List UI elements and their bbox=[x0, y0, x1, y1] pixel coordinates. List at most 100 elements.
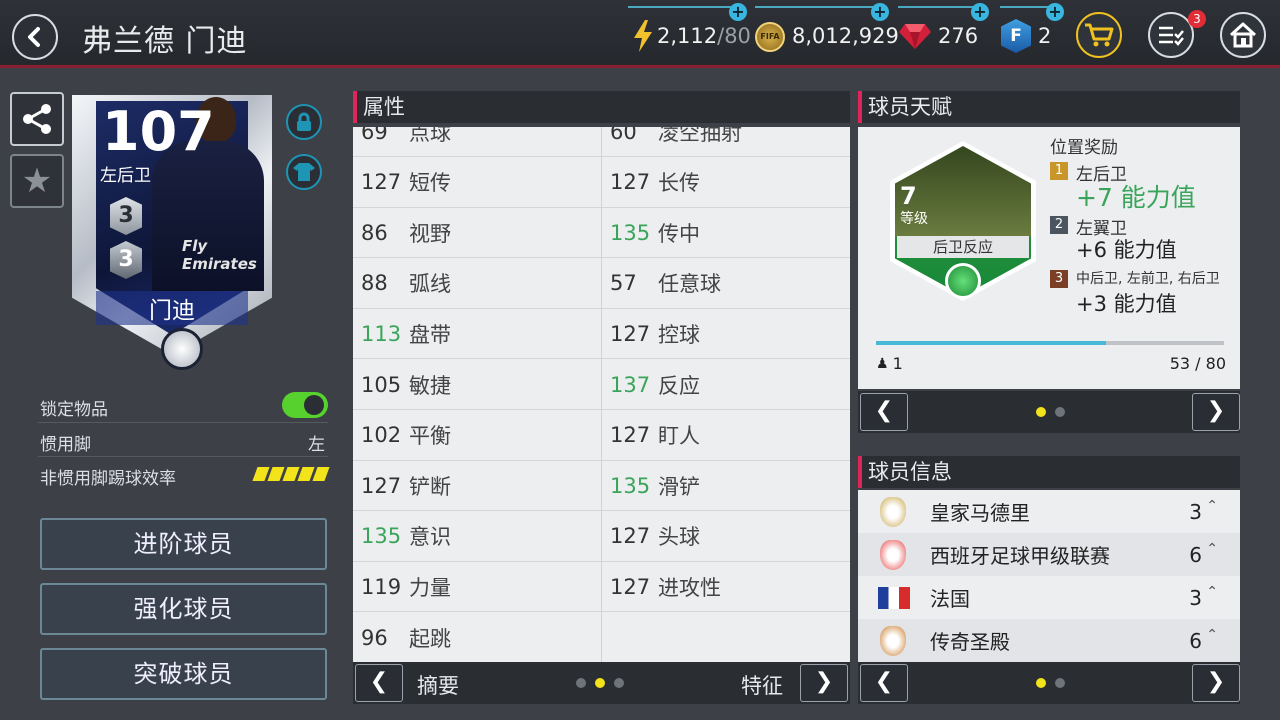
attribute-value: 119 bbox=[361, 574, 402, 599]
favorite-button[interactable]: ★ bbox=[10, 154, 64, 208]
chevron-up-icon: ⌃ bbox=[1206, 584, 1218, 600]
attribute-value: 69 bbox=[361, 127, 388, 144]
attribute-value: 105 bbox=[361, 372, 402, 397]
attribute-name: 滑铲 bbox=[658, 474, 700, 499]
page-title: 弗兰德 门迪 bbox=[82, 24, 248, 59]
bonus-amount: +7 能力值 bbox=[1076, 183, 1196, 212]
coins-value: 8,012,929 bbox=[792, 24, 899, 48]
notification-badge: 3 bbox=[1188, 10, 1206, 28]
player-info-page-dots bbox=[1036, 678, 1065, 688]
attribute-name: 平衡 bbox=[409, 424, 451, 449]
attribute-name: 起跳 bbox=[409, 626, 451, 651]
attribute-row: 135 滑铲 bbox=[602, 461, 850, 512]
talent-prev-button[interactable]: ❮ bbox=[860, 393, 908, 431]
attribute-value: 88 bbox=[361, 271, 388, 296]
gems-plus-button[interactable]: + bbox=[971, 3, 989, 21]
attributes-prev-button[interactable]: ❮ bbox=[355, 664, 403, 702]
attribute-name: 铲断 bbox=[409, 474, 451, 499]
player-info-header: 球员信息 bbox=[858, 456, 1240, 488]
player-info-row[interactable]: 法国 3 ⌃ bbox=[858, 576, 1240, 619]
back-button[interactable] bbox=[12, 14, 58, 60]
attribute-row: 57 任意球 bbox=[602, 259, 850, 309]
page-dot bbox=[1055, 407, 1065, 417]
player-info-row[interactable]: 皇家马德里 3 ⌃ bbox=[858, 490, 1240, 533]
program-ball-icon bbox=[161, 328, 203, 370]
kit-button[interactable] bbox=[286, 154, 322, 190]
attribute-row: 127 短传 bbox=[353, 158, 601, 208]
share-icon bbox=[23, 104, 51, 134]
attribute-name: 视野 bbox=[409, 221, 451, 246]
player-info-name: 西班牙足球甲级联赛 bbox=[930, 544, 1110, 568]
bonus-rank-badge: 2 bbox=[1050, 216, 1068, 234]
toggle-knob bbox=[304, 395, 324, 415]
store-button[interactable] bbox=[1076, 12, 1122, 58]
attribute-value: 57 bbox=[610, 271, 637, 296]
attribute-name: 进攻性 bbox=[658, 575, 721, 600]
attribute-value: 135 bbox=[361, 524, 402, 549]
attribute-row: 127 头球 bbox=[602, 512, 850, 562]
position-bonus-title: 位置奖励 bbox=[1050, 138, 1118, 158]
gems-value: 276 bbox=[938, 24, 979, 48]
attribute-name: 盘带 bbox=[409, 322, 451, 347]
page-dot-active bbox=[595, 678, 605, 688]
energy-value: 2,112/80 bbox=[657, 24, 751, 48]
player-card[interactable]: Fly Emirates 107 左后卫 3 3 门迪 bbox=[72, 95, 272, 370]
attributes-page-dots bbox=[576, 678, 624, 688]
share-button[interactable] bbox=[10, 92, 64, 146]
lock-toggle-button[interactable] bbox=[286, 104, 322, 140]
bonus-rank-badge: 3 bbox=[1050, 270, 1068, 288]
attributes-next-button[interactable]: ❯ bbox=[800, 664, 848, 702]
player-info-count: 6 bbox=[1189, 542, 1202, 567]
page-dot bbox=[576, 678, 586, 688]
attribute-row: 119 力量 bbox=[353, 562, 601, 613]
weak-foot-rating bbox=[252, 467, 330, 481]
talent-progress-track bbox=[876, 341, 1224, 345]
attribute-name: 头球 bbox=[658, 525, 700, 550]
player-info-prev-button[interactable]: ❮ bbox=[860, 664, 908, 702]
kit-sponsor-text: Fly Emirates bbox=[182, 237, 257, 273]
attribute-name: 控球 bbox=[658, 322, 700, 347]
advance-player-button[interactable]: 进阶球员 bbox=[40, 518, 327, 570]
attribute-row: 102 平衡 bbox=[353, 411, 601, 461]
enhance-player-button[interactable]: 强化球员 bbox=[40, 583, 327, 635]
breakthrough-player-button[interactable]: 突破球员 bbox=[40, 648, 327, 700]
player-info-row[interactable]: 西班牙足球甲级联赛 6 ⌃ bbox=[858, 533, 1240, 576]
energy-plus-button[interactable]: + bbox=[729, 3, 747, 21]
attribute-row: 96 起跳 bbox=[353, 613, 601, 662]
talent-points-value: 1 bbox=[892, 354, 903, 373]
traits-tab[interactable]: 特征 bbox=[741, 670, 783, 700]
talent-level-label: 等级 bbox=[900, 211, 928, 227]
attribute-row: 113 盘带 bbox=[353, 309, 601, 360]
attributes-header: 属性 bbox=[353, 91, 850, 123]
player-info-count: 3 bbox=[1189, 499, 1202, 524]
bonus-rank-badge: 1 bbox=[1050, 162, 1068, 180]
france-flag-icon bbox=[878, 586, 910, 609]
attribute-name: 传中 bbox=[658, 221, 700, 246]
attribute-row: 137 反应 bbox=[602, 360, 850, 410]
summary-tab[interactable]: 摘要 bbox=[417, 670, 459, 700]
player-info-list: 皇家马德里 3 ⌃ 西班牙足球甲级联赛 6 ⌃ 法国 3 ⌃ 传奇圣殿 6 ⌃ bbox=[858, 490, 1240, 662]
checklist-icon bbox=[1159, 26, 1184, 46]
attribute-value: 127 bbox=[610, 170, 651, 195]
home-icon bbox=[1229, 22, 1257, 48]
chevron-up-icon: ⌃ bbox=[1206, 541, 1218, 557]
rank-shield-2: 3 bbox=[110, 241, 142, 279]
player-info-row[interactable]: 传奇圣殿 6 ⌃ bbox=[858, 619, 1240, 662]
attribute-value: 127 bbox=[610, 423, 651, 448]
person-icon: ♟ bbox=[876, 355, 889, 372]
attribute-name: 弧线 bbox=[409, 272, 451, 297]
player-info-next-button[interactable]: ❯ bbox=[1192, 664, 1240, 702]
talent-next-button[interactable]: ❯ bbox=[1192, 393, 1240, 431]
lock-item-toggle[interactable] bbox=[282, 392, 328, 418]
lock-item-label: 锁定物品 bbox=[40, 400, 108, 420]
card-player-name: 门迪 bbox=[96, 291, 248, 325]
home-button[interactable] bbox=[1220, 12, 1266, 58]
coins-plus-button[interactable]: + bbox=[871, 3, 889, 21]
talent-skill-name: 后卫反应 bbox=[897, 236, 1029, 258]
attribute-value: 127 bbox=[361, 170, 402, 195]
divider bbox=[38, 422, 328, 423]
attribute-name: 反应 bbox=[658, 373, 700, 398]
points-plus-button[interactable]: + bbox=[1046, 3, 1064, 21]
attribute-name: 盯人 bbox=[658, 424, 700, 449]
card-position: 左后卫 bbox=[100, 166, 151, 186]
